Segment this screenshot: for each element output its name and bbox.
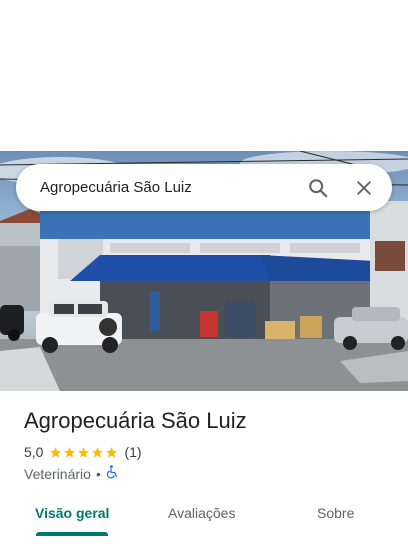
star-icon <box>92 446 104 458</box>
star-rating <box>49 446 119 459</box>
tab-bar: Visão geral Avaliações Sobre <box>0 494 408 536</box>
tab-overview[interactable]: Visão geral <box>35 505 109 521</box>
search-bar[interactable]: Agropecuária São Luiz <box>16 164 392 211</box>
star-icon <box>64 446 76 458</box>
place-category: Veterinário <box>24 465 91 482</box>
separator-dot: • <box>95 465 101 482</box>
search-icon[interactable] <box>298 168 338 208</box>
wheelchair-icon <box>106 465 119 482</box>
tab-about[interactable]: Sobre <box>317 505 354 521</box>
star-icon <box>106 446 118 458</box>
search-input[interactable]: Agropecuária São Luiz <box>40 179 298 196</box>
place-title: Agropecuária São Luiz <box>24 408 247 433</box>
reviews-count[interactable]: (1) <box>124 444 141 460</box>
star-icon <box>50 446 62 458</box>
star-icon <box>78 446 90 458</box>
close-icon[interactable] <box>344 168 384 208</box>
rating-value: 5,0 <box>24 444 44 460</box>
category-row: Veterinário • <box>24 465 119 482</box>
tab-reviews[interactable]: Avaliações <box>168 505 235 521</box>
active-tab-indicator <box>36 532 108 536</box>
rating-row[interactable]: 5,0 (1) <box>24 444 142 460</box>
